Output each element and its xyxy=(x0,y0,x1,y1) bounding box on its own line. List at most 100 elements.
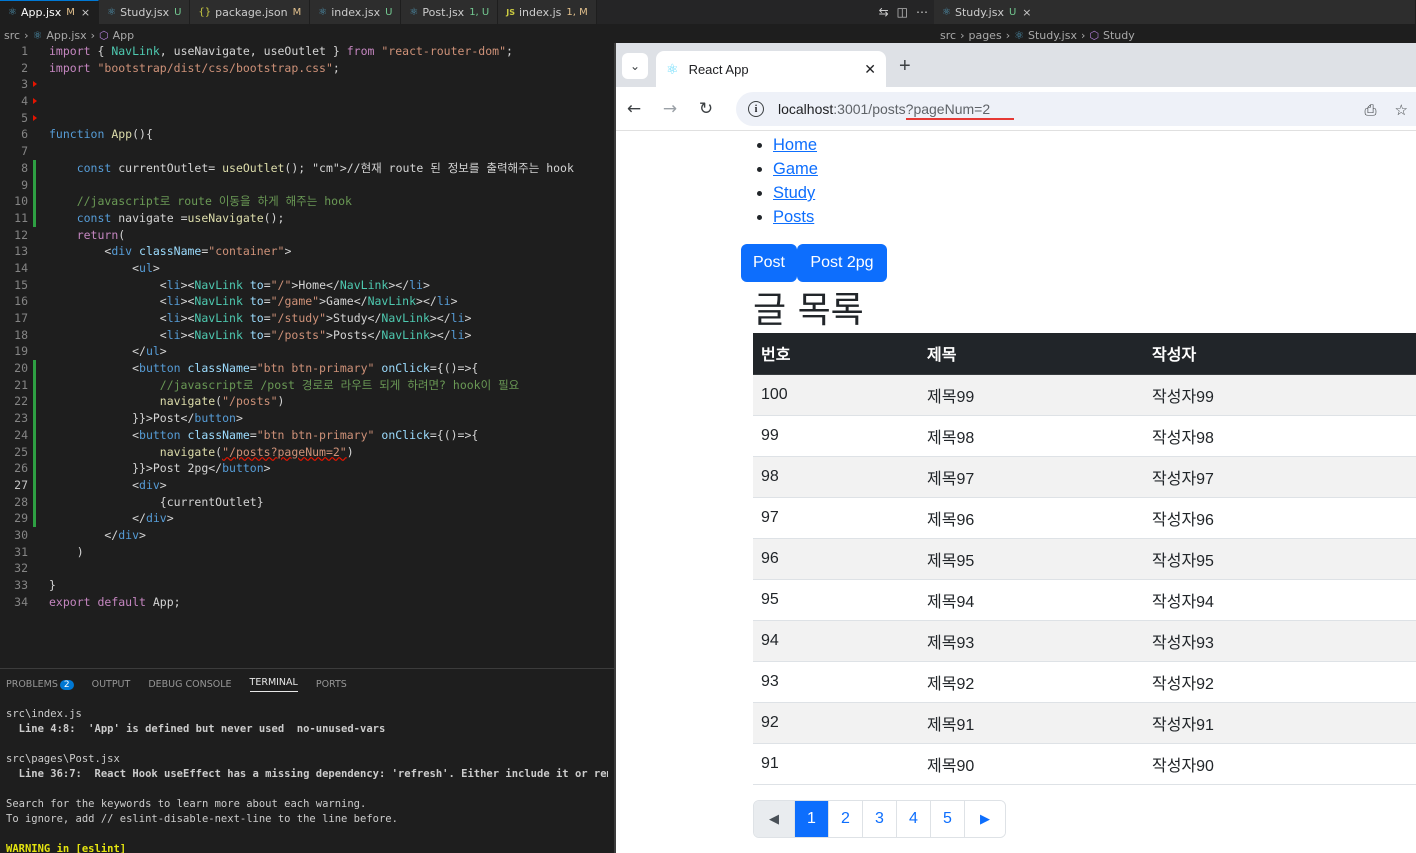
breadcrumb-folder[interactable]: pages xyxy=(968,29,1001,42)
page-button-4[interactable]: 4 xyxy=(897,801,931,837)
tab-search-button[interactable]: ⌄ xyxy=(622,53,648,79)
cell-writer: 작성자99 xyxy=(1144,374,1416,416)
close-icon[interactable]: × xyxy=(1022,6,1031,19)
breadcrumb-symbol[interactable]: App xyxy=(113,29,135,42)
code-line[interactable]: 3 xyxy=(0,76,614,93)
forward-icon[interactable]: → xyxy=(652,99,688,119)
close-icon[interactable]: × xyxy=(81,6,90,19)
reload-icon[interactable]: ↻ xyxy=(688,99,724,119)
code-line[interactable]: 14 <ul> xyxy=(0,260,614,277)
nav-link-home[interactable]: Home xyxy=(773,136,817,154)
code-line[interactable]: 6 function App(){ xyxy=(0,126,614,143)
new-tab-button[interactable]: + xyxy=(899,55,911,78)
cell-number: 95 xyxy=(753,579,919,621)
code-line[interactable]: 29 </div> xyxy=(0,510,614,527)
cell-title: 제목93 xyxy=(919,620,1144,662)
nav-link-study[interactable]: Study xyxy=(773,184,815,202)
tab-study-jsx-right[interactable]: ⚛ Study.jsx U × xyxy=(934,0,1416,24)
compare-icon[interactable]: ⇆ xyxy=(879,5,889,19)
code-line[interactable]: 5 xyxy=(0,110,614,127)
code-line[interactable]: 2 import "bootstrap/dist/css/bootstrap.cs… xyxy=(0,60,614,77)
cell-title: 제목91 xyxy=(919,702,1144,744)
line-number: 15 xyxy=(14,277,28,292)
code-line[interactable]: 18 <li><NavLink to="/posts">Posts</NavLi… xyxy=(0,327,614,344)
code-line[interactable]: 34 export default App; xyxy=(0,594,614,611)
tab-problems[interactable]: PROBLEMS 2 xyxy=(6,679,74,690)
code-line[interactable]: 23 }}>Post</button> xyxy=(0,410,614,427)
back-icon[interactable]: ← xyxy=(616,99,652,119)
table-row: 93 제목92 작성자92 xyxy=(753,661,1416,703)
tab-index-jsx[interactable]: ⚛ index.jsx U xyxy=(310,0,402,24)
breadcrumb-src[interactable]: src xyxy=(940,29,956,42)
terminal-line: Line 36:7: React Hook useEffect has a mi… xyxy=(6,768,608,780)
breadcrumb-src[interactable]: src xyxy=(4,29,20,42)
code-line[interactable]: 20 <button className="btn btn-primary" o… xyxy=(0,360,614,377)
code-line[interactable]: 7 xyxy=(0,143,614,160)
nav-link-posts[interactable]: Posts xyxy=(773,208,814,226)
code-line[interactable]: 25 navigate("/posts?pageNum=2") xyxy=(0,443,614,461)
code-text: ) xyxy=(49,544,84,559)
tab-app-jsx[interactable]: ⚛ App.jsx M × xyxy=(0,0,100,24)
bookmark-star-icon[interactable]: ☆ xyxy=(1395,101,1408,119)
line-number: 2 xyxy=(21,60,28,75)
page-button-1[interactable]: 1 xyxy=(795,801,829,837)
breadcrumb-symbol[interactable]: Study xyxy=(1103,29,1135,42)
code-editor[interactable]: 1 import { NavLink, useNavigate, useOutle… xyxy=(0,43,614,668)
site-info-icon[interactable]: i xyxy=(748,101,764,117)
browser-window: ⌄ ⚛ React App ✕ + ← → ↻ i localhost:3001… xyxy=(616,43,1416,853)
code-line[interactable]: 30 </div> xyxy=(0,527,614,544)
line-number: 1 xyxy=(21,44,28,58)
address-bar[interactable]: i localhost:3001/posts?pageNum=2 xyxy=(736,92,1416,126)
code-line[interactable]: 33} xyxy=(0,577,614,594)
breadcrumb-file[interactable]: Study.jsx xyxy=(1028,29,1077,42)
code-line[interactable]: 13 <div className="container"> xyxy=(0,243,614,260)
tab-terminal[interactable]: TERMINAL xyxy=(249,677,298,692)
code-line[interactable]: 4 xyxy=(0,93,614,110)
code-line[interactable]: 27 <div> xyxy=(0,476,614,494)
code-line[interactable]: 1 import { NavLink, useNavigate, useOutle… xyxy=(0,43,614,60)
terminal-output[interactable]: src\index.js Line 4:8: 'App' is defined … xyxy=(0,699,614,853)
tab-index-js[interactable]: JS index.js 1, M xyxy=(498,0,597,24)
breadcrumb-file[interactable]: App.jsx xyxy=(46,29,86,42)
close-tab-icon[interactable]: ✕ xyxy=(864,61,876,78)
tab-post-jsx[interactable]: ⚛ Post.jsx 1, U xyxy=(401,0,499,24)
column-header-title: 제목 xyxy=(919,333,1144,375)
tab-ports[interactable]: PORTS xyxy=(316,679,347,690)
install-app-icon[interactable]: ⎙ xyxy=(1365,101,1377,119)
post-button[interactable]: Post xyxy=(741,244,797,282)
page-button-2[interactable]: 2 xyxy=(829,801,863,837)
code-line[interactable]: 12 return( xyxy=(0,227,614,244)
problems-badge: 2 xyxy=(59,679,74,690)
tab-output[interactable]: OUTPUT xyxy=(92,679,131,690)
prev-page-button[interactable]: ◀ xyxy=(754,801,795,837)
code-line[interactable]: 24 <button className="btn btn-primary" o… xyxy=(0,426,614,444)
next-page-button[interactable]: ▶ xyxy=(965,801,1005,837)
split-editor-icon[interactable]: ◫ xyxy=(897,5,908,19)
page-button-3[interactable]: 3 xyxy=(863,801,897,837)
code-line[interactable]: 19 </ul> xyxy=(0,343,614,360)
nav-link-game[interactable]: Game xyxy=(773,160,818,178)
gutter-change-marker xyxy=(33,393,36,411)
code-line[interactable]: 11 const navigate =useNavigate(); xyxy=(0,209,614,227)
code-line[interactable]: 22 navigate("/posts") xyxy=(0,393,614,411)
code-line[interactable]: 26 }}>Post 2pg</button> xyxy=(0,460,614,477)
tab-package-json[interactable]: {} package.json M xyxy=(190,0,311,24)
code-line[interactable]: 32 xyxy=(0,560,614,577)
code-line[interactable]: 31 ) xyxy=(0,544,614,561)
code-line[interactable]: 9 xyxy=(0,176,614,194)
code-line[interactable]: 15 <li><NavLink to="/">Home</NavLink></l… xyxy=(0,277,614,294)
page-button-5[interactable]: 5 xyxy=(931,801,965,837)
code-line[interactable]: 28 {currentOutlet} xyxy=(0,493,614,511)
gutter-change-marker xyxy=(33,476,36,494)
post-2pg-button[interactable]: Post 2pg xyxy=(797,244,887,282)
code-line[interactable]: 8 const currentOutlet= useOutlet(); "cm"… xyxy=(0,159,614,177)
code-line[interactable]: 10 //javascript로 route 이동을 하게 해주는 hook xyxy=(0,193,614,210)
code-text: <ul> xyxy=(49,260,160,275)
more-actions-icon[interactable]: ⋯ xyxy=(916,5,928,19)
tab-debug-console[interactable]: DEBUG CONSOLE xyxy=(148,679,231,690)
code-line[interactable]: 16 <li><NavLink to="/game">Game</NavLink… xyxy=(0,293,614,310)
tab-study-jsx[interactable]: ⚛ Study.jsx U xyxy=(99,0,191,24)
code-line[interactable]: 17 <li><NavLink to="/study">Study</NavLi… xyxy=(0,310,614,327)
code-line[interactable]: 21 //javascript로 /post 경로로 라우트 되게 하려면? h… xyxy=(0,376,614,394)
browser-tab-react-app[interactable]: ⚛ React App ✕ xyxy=(656,51,886,87)
